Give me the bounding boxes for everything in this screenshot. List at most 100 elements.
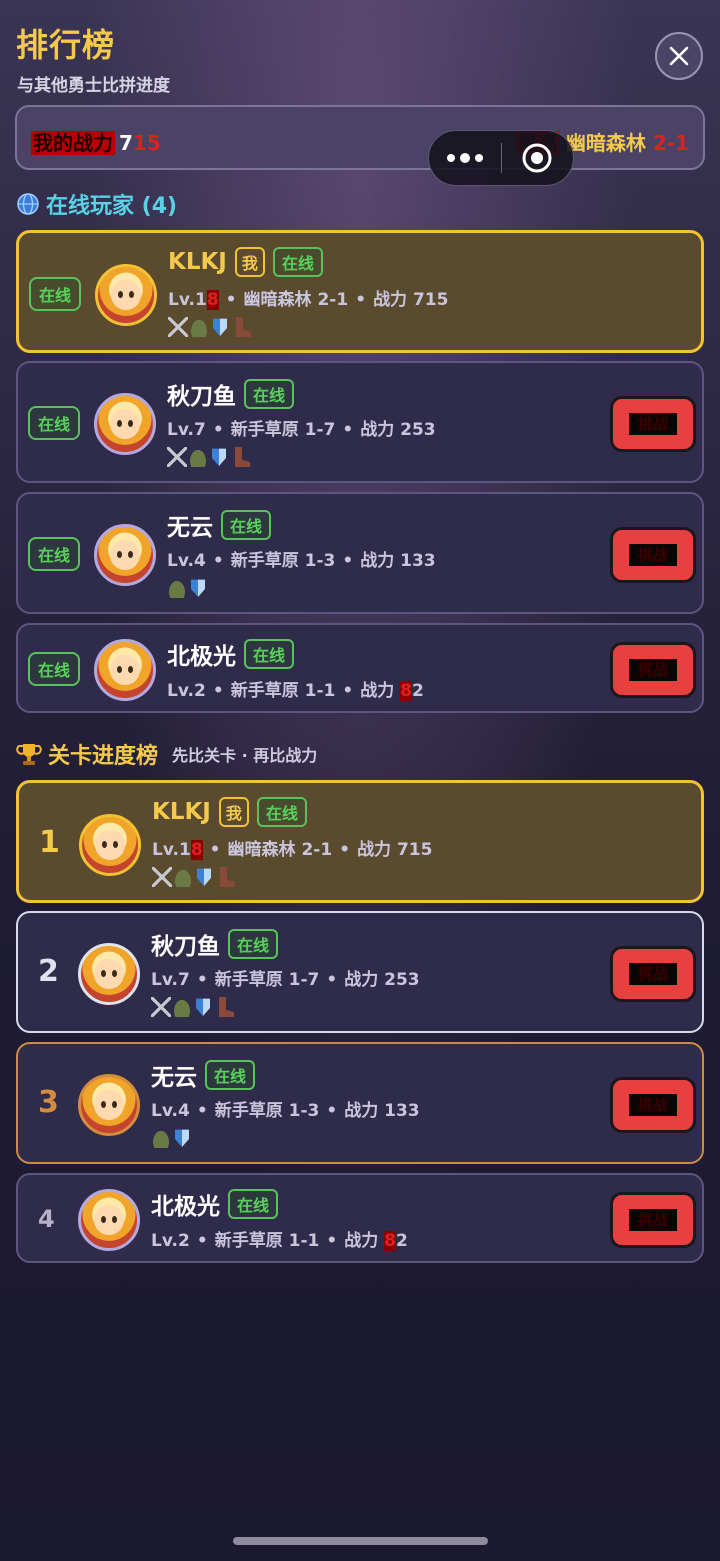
shield-icon bbox=[213, 318, 227, 336]
me-badge: 我 bbox=[218, 797, 249, 827]
name-row: KLKJ 我在线 bbox=[168, 247, 323, 277]
online-badge: 在线 bbox=[228, 929, 279, 959]
separator-dot: • bbox=[196, 970, 208, 990]
hero-face-icon bbox=[111, 279, 141, 310]
player-name: 北极光 bbox=[167, 644, 236, 670]
name-row: 北极光 在线 bbox=[151, 1187, 279, 1221]
best-stage-number: 2-1 bbox=[652, 131, 689, 155]
shield-icon bbox=[196, 998, 210, 1016]
player-level: Lv.4 bbox=[167, 551, 206, 571]
challenge-button[interactable]: 挑战 bbox=[610, 396, 696, 452]
avatar bbox=[95, 263, 157, 326]
home-indicator[interactable] bbox=[233, 1537, 488, 1545]
avatar bbox=[94, 639, 156, 701]
exit-miniprogram-button[interactable] bbox=[502, 142, 574, 174]
hero-face-icon bbox=[95, 829, 125, 860]
online-player-row: 在线 KLKJ 我在线 Lv.18 • 幽暗森林 2-1 • 战力 715 bbox=[16, 230, 704, 353]
online-section-header: 在线玩家 (4) bbox=[16, 188, 177, 220]
avatar bbox=[78, 943, 140, 1005]
hero-face-icon bbox=[110, 540, 140, 570]
separator-dot: • bbox=[339, 840, 351, 860]
player-power: 战力 253 bbox=[360, 420, 436, 440]
challenge-button[interactable]: 挑战 bbox=[610, 1077, 696, 1133]
challenge-button[interactable]: 挑战 bbox=[610, 1192, 696, 1248]
shield-icon bbox=[175, 1129, 189, 1147]
online-status-tag: 在线 bbox=[29, 276, 82, 311]
player-name: 无云 bbox=[167, 515, 213, 541]
ranking-row: 3 无云 在线 Lv.4 • 新手草原 1-3 • 战力 133 挑战 bbox=[16, 1042, 704, 1164]
player-stage: 新手草原 1-3 bbox=[230, 551, 336, 571]
my-power-label: 我的战力 bbox=[31, 131, 115, 155]
equipment-row bbox=[152, 867, 235, 887]
challenge-label: 挑战 bbox=[629, 659, 677, 681]
sword-icon bbox=[167, 447, 187, 467]
challenge-label: 挑战 bbox=[629, 1209, 677, 1231]
my-power: 我的战力 715 bbox=[31, 127, 161, 156]
name-row: 北极光 在线 bbox=[167, 637, 295, 671]
name-row: 无云 在线 bbox=[167, 508, 272, 542]
page-title: 排行榜 bbox=[16, 26, 116, 64]
boot-icon bbox=[220, 867, 235, 887]
separator-dot: • bbox=[212, 551, 224, 571]
hero-face-icon bbox=[94, 959, 124, 989]
stats-bar: 我的战力715 最高幽暗森林 2-1 bbox=[15, 105, 705, 170]
challenge-label: 挑战 bbox=[629, 963, 677, 985]
separator-dot: • bbox=[342, 681, 354, 701]
separator-dot: • bbox=[326, 970, 338, 990]
online-badge: 在线 bbox=[256, 797, 307, 827]
player-name: KLKJ bbox=[168, 249, 227, 275]
online-badge: 在线 bbox=[221, 510, 272, 540]
player-stage: 新手草原 1-3 bbox=[214, 1101, 320, 1121]
avatar bbox=[94, 393, 156, 455]
separator-dot: • bbox=[326, 1231, 338, 1251]
equipment-row bbox=[168, 317, 251, 337]
player-level: Lv.1 bbox=[168, 290, 207, 310]
player-power: 战力 bbox=[360, 681, 401, 701]
close-button[interactable] bbox=[655, 32, 703, 80]
rank-number: 1 bbox=[39, 824, 60, 860]
hero-face-icon bbox=[94, 1205, 124, 1235]
online-player-row: 在线 无云 在线 Lv.4 • 新手草原 1-3 • 战力 133 挑战 bbox=[16, 492, 704, 614]
separator-dot: • bbox=[355, 290, 367, 310]
sword-icon bbox=[151, 997, 171, 1017]
player-name: 秋刀鱼 bbox=[167, 384, 236, 410]
separator-dot: • bbox=[212, 420, 224, 440]
helmet-icon bbox=[167, 578, 187, 598]
shield-icon bbox=[197, 868, 211, 886]
challenge-label: 挑战 bbox=[629, 1094, 677, 1116]
boot-icon bbox=[219, 997, 234, 1017]
online-section-title: 在线玩家 (4) bbox=[46, 194, 178, 219]
player-power-digit: 8 bbox=[400, 681, 412, 701]
ranking-row: 4 北极光 在线 Lv.2 • 新手草原 1-1 • 战力 82 挑战 bbox=[16, 1173, 704, 1263]
challenge-button[interactable]: 挑战 bbox=[610, 946, 696, 1002]
player-info: Lv.18 • 幽暗森林 2-1 • 战力 715 bbox=[152, 835, 432, 860]
helmet-icon bbox=[172, 997, 192, 1017]
more-dot-icon bbox=[474, 154, 483, 162]
boot-icon bbox=[236, 317, 251, 337]
challenge-button[interactable]: 挑战 bbox=[610, 642, 696, 698]
player-stage: 新手草原 1-1 bbox=[214, 1231, 320, 1251]
me-badge: 我 bbox=[234, 247, 265, 277]
player-power: 战力 715 bbox=[373, 290, 449, 310]
more-dot-icon bbox=[446, 154, 455, 162]
player-info: Lv.7 • 新手草原 1-7 • 战力 253 bbox=[151, 965, 420, 990]
equipment-row bbox=[151, 997, 234, 1017]
online-badge: 在线 bbox=[205, 1060, 256, 1090]
challenge-label: 挑战 bbox=[629, 413, 677, 435]
more-menu-button[interactable] bbox=[429, 153, 501, 163]
avatar bbox=[79, 813, 141, 876]
helmet-icon bbox=[189, 317, 209, 337]
player-level: Lv.7 bbox=[151, 970, 190, 990]
ranking-section-header: 关卡进度榜 先比关卡 · 再比战力 bbox=[16, 738, 317, 770]
player-power: 战力 253 bbox=[344, 970, 420, 990]
challenge-button[interactable]: 挑战 bbox=[610, 527, 696, 583]
equipment-row bbox=[167, 447, 250, 467]
miniprogram-capsule bbox=[428, 130, 574, 186]
online-status-tag: 在线 bbox=[28, 537, 81, 571]
rank-number: 3 bbox=[38, 1085, 59, 1120]
player-name: 北极光 bbox=[151, 1194, 220, 1220]
player-stage: 幽暗森林 2-1 bbox=[243, 290, 349, 310]
ranking-section-title: 关卡进度榜 bbox=[48, 744, 159, 769]
equipment-row bbox=[167, 578, 208, 598]
separator-dot: • bbox=[342, 420, 354, 440]
